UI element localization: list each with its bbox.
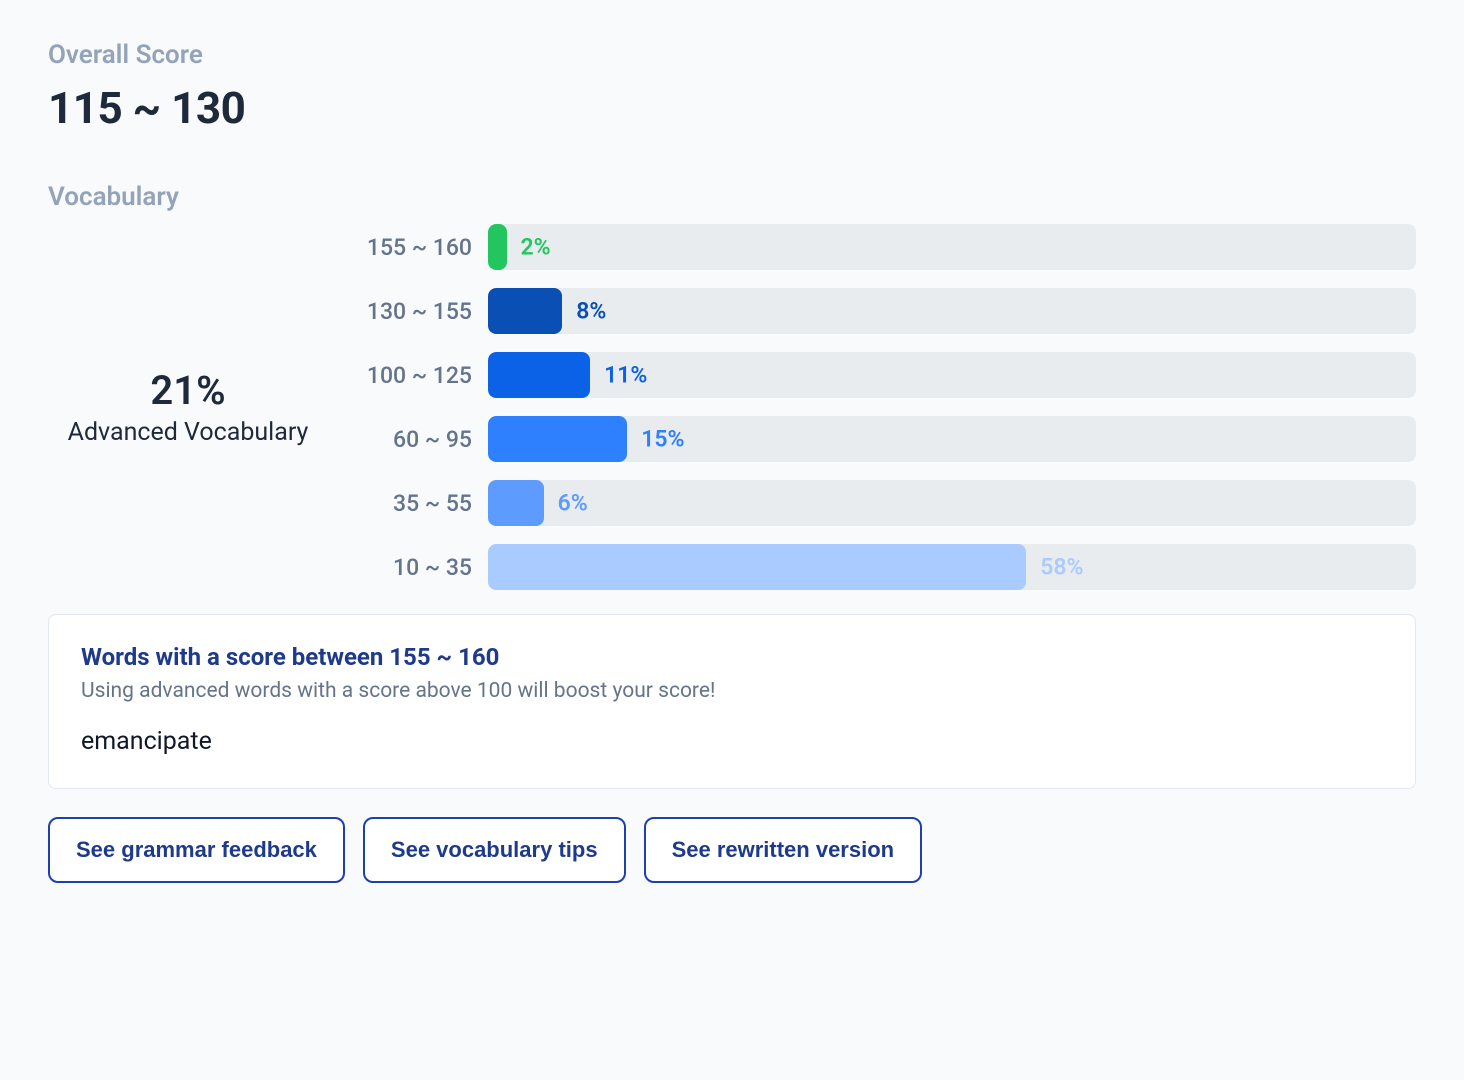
bar-range-label: 10 ~ 35 <box>352 554 472 581</box>
words-card: Words with a score between 155 ~ 160 Usi… <box>48 614 1416 789</box>
words-card-subtitle: Using advanced words with a score above … <box>81 679 1383 703</box>
bar-fill <box>488 544 1026 590</box>
advanced-vocab-summary: 21% Advanced Vocabulary <box>48 367 328 447</box>
bar-track: 6% <box>488 480 1416 526</box>
overall-score-label: Overall Score <box>48 40 1416 70</box>
overall-score-value: 115 ~ 130 <box>48 82 1416 134</box>
bar-value-label: 2% <box>521 234 551 261</box>
bar-range-label: 60 ~ 95 <box>352 426 472 453</box>
bar-row[interactable]: 35 ~ 55 6% <box>352 480 1416 526</box>
bar-track: 15% <box>488 416 1416 462</box>
bar-value-label: 58% <box>1040 554 1083 581</box>
vocabulary-block: 21% Advanced Vocabulary 155 ~ 160 2% 130 ~… <box>48 224 1416 590</box>
vocabulary-tips-button[interactable]: See vocabulary tips <box>363 817 626 883</box>
bar-range-label: 155 ~ 160 <box>352 234 472 261</box>
word-item: emancipate <box>81 727 1383 756</box>
advanced-vocab-label: Advanced Vocabulary <box>48 418 328 447</box>
bar-range-label: 100 ~ 125 <box>352 362 472 389</box>
bar-range-label: 35 ~ 55 <box>352 490 472 517</box>
bar-fill <box>488 352 590 398</box>
bar-fill <box>488 224 507 270</box>
bar-value-label: 6% <box>558 490 588 517</box>
bar-fill <box>488 416 627 462</box>
words-list: emancipate <box>81 727 1383 756</box>
rewritten-version-button[interactable]: See rewritten version <box>644 817 923 883</box>
action-buttons-row: See grammar feedback See vocabulary tips… <box>48 817 1416 883</box>
bar-fill <box>488 288 562 334</box>
bar-range-label: 130 ~ 155 <box>352 298 472 325</box>
advanced-vocab-pct: 21% <box>48 367 328 414</box>
bar-track: 2% <box>488 224 1416 270</box>
bar-row[interactable]: 155 ~ 160 2% <box>352 224 1416 270</box>
bar-fill <box>488 480 544 526</box>
bar-value-label: 8% <box>576 298 606 325</box>
vocab-bars: 155 ~ 160 2% 130 ~ 155 8% 100 ~ 125 11% 60 ~ 9… <box>352 224 1416 590</box>
bar-track: 8% <box>488 288 1416 334</box>
bar-row[interactable]: 100 ~ 125 11% <box>352 352 1416 398</box>
bar-row[interactable]: 130 ~ 155 8% <box>352 288 1416 334</box>
vocabulary-label: Vocabulary <box>48 182 1416 212</box>
bar-row[interactable]: 60 ~ 95 15% <box>352 416 1416 462</box>
words-card-title: Words with a score between 155 ~ 160 <box>81 643 1383 671</box>
bar-value-label: 11% <box>604 362 647 389</box>
bar-row[interactable]: 10 ~ 35 58% <box>352 544 1416 590</box>
bar-track: 58% <box>488 544 1416 590</box>
grammar-feedback-button[interactable]: See grammar feedback <box>48 817 345 883</box>
bar-value-label: 15% <box>641 426 684 453</box>
bar-track: 11% <box>488 352 1416 398</box>
